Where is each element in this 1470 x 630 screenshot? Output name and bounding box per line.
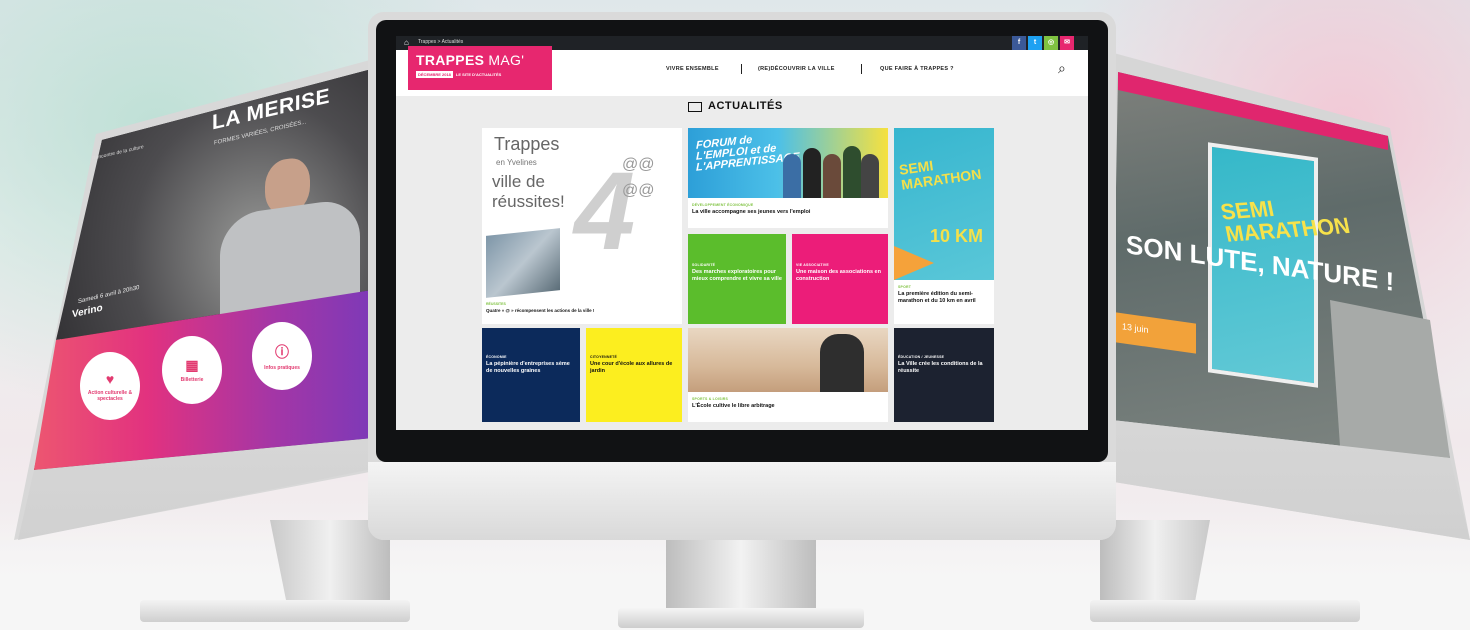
at-symbols: @@ @@ (622, 156, 655, 199)
news-card-reussites[interactable]: Trappes en Yvelines ville de réussites! … (482, 128, 682, 324)
card-category: SPORTS & LOISIRS (692, 397, 729, 401)
news-card-associations[interactable]: VIE ASSOCIATIVE Une maison des associati… (792, 234, 888, 324)
mail-icon[interactable]: ✉ (1060, 36, 1074, 50)
circle-button-billetterie[interactable]: ▦ Billetterie (162, 336, 222, 404)
card-title: Des marches exploratoires pour mieux com… (692, 269, 782, 282)
center-monitor-base (618, 608, 864, 628)
card-title: La pépinière d'entreprises sème de nouve… (486, 361, 570, 374)
news-card-marches[interactable]: SOLIDARITÉ Des marches exploratoires pou… (688, 234, 786, 324)
news-card-forum[interactable]: FORUM de L'EMPLOI et de L'APPRENTISSAGE … (688, 128, 888, 228)
poster-text: SEMI MARATHON (898, 157, 983, 193)
newspaper-icon (688, 102, 702, 112)
menu-vivre-ensemble[interactable]: VIVRE ENSEMBLE (666, 66, 719, 72)
news-card-entreprises[interactable]: ÉCONOMIE La pépinière d'entreprises sème… (482, 328, 580, 422)
circle-button-action[interactable]: ♥ Action culturelle & spectacles (80, 352, 140, 420)
card-title: Quatre « @ » récompensent les actions de… (486, 308, 595, 313)
card-title: L'École cultive le libre arbitrage (692, 403, 775, 409)
menu-redecouvrir[interactable]: (RE)DÉCOUVRIR LA VILLE (758, 66, 835, 72)
logo-tagline: LE SITE D'ACTUALITÉS (455, 72, 502, 77)
poster-km: 10 KM (930, 226, 984, 246)
card-title: La Ville crée les conditions de la réuss… (898, 361, 983, 374)
card-title: La ville accompagne ses jeunes vers l'em… (692, 209, 811, 215)
center-monitor-chin (368, 462, 1116, 540)
ticket-icon: ▦ (185, 357, 199, 373)
logo-name: TRAPPES (416, 52, 485, 68)
card-category: SOLIDARITÉ (692, 263, 716, 267)
circle-button-infos[interactable]: ⓘ Infos pratiques (252, 322, 312, 390)
news-card-ecole-cultive[interactable]: SPORTS & LOISIRS L'École cultive le libr… (688, 328, 888, 422)
card-category: SPORT (898, 285, 912, 289)
card-image-text: réussites! (492, 192, 565, 211)
center-monitor-screen: ⌂ Trappes > Actualités f t ◎ ✉ TRAPPES M… (396, 36, 1088, 430)
gym-photo (688, 328, 888, 392)
semi-marathon-image: SEMI MARATHON 10 KM (894, 128, 994, 280)
forum-banner-image: FORUM de L'EMPLOI et de L'APPRENTISSAGE (688, 128, 888, 198)
right-monitor: SEMI MARATHON SON LUTE, NATURE ! 13 juin (1090, 0, 1470, 630)
card-category: ÉCONOMIE (486, 355, 507, 359)
card-category: CITOYENNETÉ (590, 355, 618, 359)
center-monitor-stand (666, 536, 816, 616)
left-monitor: LA MERISE FORMES VARIÉES, CROISÉES... Re… (0, 0, 420, 630)
search-icon[interactable]: ⌕ (1058, 60, 1066, 77)
card-photo (486, 228, 560, 298)
menu-que-faire[interactable]: QUE FAIRE À TRAPPES ? (880, 66, 954, 72)
card-category: RÉUSSITES (486, 302, 506, 306)
facebook-icon[interactable]: f (1012, 36, 1026, 50)
right-monitor-stand (1100, 520, 1210, 610)
card-title: Une cour d'école aux allures de jardin (590, 361, 673, 374)
news-card-semi-marathon[interactable]: SEMI MARATHON 10 KM SPORT La première éd… (894, 128, 994, 324)
heart-icon: ♥ (105, 370, 115, 387)
menu-separator (741, 64, 742, 74)
news-card-cour-ecole[interactable]: CITOYENNETÉ Une cour d'école aux allures… (586, 328, 682, 422)
logo-name-suffix: MAG' (484, 52, 525, 68)
news-card-conditions-reussite[interactable]: ÉDUCATION / JEUNESSE La Ville crée les c… (894, 328, 994, 422)
card-title: La première édition du semi-marathon et … (898, 291, 976, 304)
card-image-text: Trappes (494, 134, 560, 154)
info-icon: ⓘ (275, 343, 289, 360)
card-category: VIE ASSOCIATIVE (796, 263, 829, 267)
breadcrumb[interactable]: Trappes > Actualités (418, 39, 463, 45)
logo-date: DÉCEMBRE 2018 (416, 71, 453, 78)
left-monitor-base (140, 600, 410, 622)
forum-banner-text: FORUM de L'EMPLOI et de L'APPRENTISSAGE (696, 133, 800, 174)
card-image-text: en Yvelines (496, 158, 537, 167)
trappes-mag-logo[interactable]: TRAPPES MAG' DÉCEMBRE 2018 LE SITE D'ACT… (408, 46, 552, 90)
card-title: Une maison des associations en construct… (796, 269, 881, 282)
twitter-icon[interactable]: t (1028, 36, 1042, 50)
card-image-text: ville de (492, 172, 545, 191)
card-category: DÉVELOPPEMENT ÉCONOMIQUE (692, 203, 754, 207)
menu-separator (861, 64, 862, 74)
right-monitor-base (1090, 600, 1360, 622)
instagram-icon[interactable]: ◎ (1044, 36, 1058, 50)
card-category: ÉDUCATION / JEUNESSE (898, 355, 945, 359)
people-photo (783, 142, 879, 198)
section-title: ACTUALITÉS (708, 100, 783, 112)
